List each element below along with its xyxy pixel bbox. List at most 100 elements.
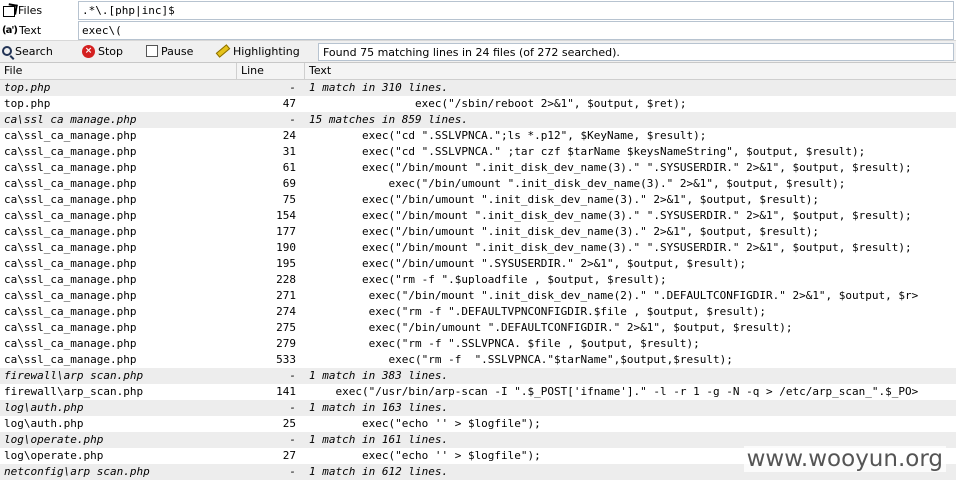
result-file-cell: ca\ssl_ca_manage.php bbox=[4, 353, 137, 366]
file-group-row[interactable]: firewall\arp scan.php -1 match in 383 lin… bbox=[0, 368, 956, 384]
checkbox-icon bbox=[146, 45, 158, 57]
result-text-cell: exec("/bin/umount ".init_disk_dev_name(3… bbox=[309, 193, 819, 206]
result-line-cell: - bbox=[289, 401, 296, 414]
stop-button-label: Stop bbox=[98, 44, 124, 58]
column-header-file[interactable]: File bbox=[0, 63, 236, 79]
match-row[interactable]: ca\ssl_ca_manage.php 190 exec("/bin/mount… bbox=[0, 240, 956, 256]
result-text-cell: exec("rm -f ".SSLVPNCA. $file , $output,… bbox=[309, 337, 700, 350]
match-row[interactable]: ca\ssl_ca_manage.php 69 exec("/bin/umount… bbox=[0, 176, 956, 192]
match-row[interactable]: ca\ssl_ca_manage.php 275 exec("/bin/umoun… bbox=[0, 320, 956, 336]
search-status: Found 75 matching lines in 24 files (of … bbox=[318, 43, 954, 61]
result-file-cell: ca\ssl_ca_manage.php bbox=[4, 161, 137, 174]
match-row[interactable]: ca\ssl_ca_manage.php 274 exec("rm -f ".DE… bbox=[0, 304, 956, 320]
file-group-row[interactable]: top.php -1 match in 310 lines. bbox=[0, 80, 956, 96]
results-list[interactable]: File Line Text top.php -1 match in 310 li… bbox=[0, 63, 956, 486]
highlighting-label: Highlighting bbox=[233, 44, 300, 58]
result-line-cell: 141 bbox=[276, 385, 296, 398]
match-row[interactable]: ca\ssl_ca_manage.php 533 exec("rm -f ".SS… bbox=[0, 352, 956, 368]
result-file-cell: ca\ssl_ca_manage.php bbox=[4, 337, 137, 350]
match-row[interactable]: ca\ssl_ca_manage.php 228 exec("rm -f ".$u… bbox=[0, 272, 956, 288]
highlighter-icon bbox=[215, 44, 231, 58]
result-file-cell: netconfig\arp scan.php bbox=[4, 465, 150, 478]
result-line-cell: 69 bbox=[282, 177, 296, 190]
result-line-cell: 61 bbox=[282, 161, 296, 174]
match-row[interactable]: log\auth.php 25 exec("echo '' > $logfile"… bbox=[0, 416, 956, 432]
pause-checkbox[interactable]: Pause bbox=[146, 43, 193, 59]
result-line-cell: 275 bbox=[276, 321, 296, 334]
match-row[interactable]: ca\ssl_ca_manage.php 177 exec("/bin/umoun… bbox=[0, 224, 956, 240]
match-row[interactable]: firewall\arp_scan.php 141 exec("/usr/bin/… bbox=[0, 384, 956, 400]
result-text-cell: exec("/usr/bin/arp-scan -I ".$_POST['ifn… bbox=[309, 385, 919, 398]
text-label: Text bbox=[18, 23, 42, 37]
toolbar: Search × Stop Pause Highlighting Found 7… bbox=[0, 41, 956, 63]
result-file-cell: log\operate.php bbox=[4, 433, 104, 446]
result-line-cell: 75 bbox=[282, 193, 296, 206]
result-text-cell: exec("rm -f ".$uploadfile , $output, $re… bbox=[309, 273, 667, 286]
result-text-cell: 1 match in 383 lines. bbox=[309, 369, 449, 382]
result-line-cell: 154 bbox=[276, 209, 296, 222]
result-file-cell: ca\ssl_ca_manage.php bbox=[4, 177, 137, 190]
result-line-cell: 195 bbox=[276, 257, 296, 270]
result-line-cell: 228 bbox=[276, 273, 296, 286]
match-row[interactable]: ca\ssl_ca_manage.php 31 exec("cd ".SSLVPN… bbox=[0, 144, 956, 160]
result-text-cell: exec("/sbin/reboot 2>&1", $output, $ret)… bbox=[309, 97, 687, 110]
result-file-cell: ca\ssl_ca_manage.php bbox=[4, 225, 137, 238]
result-file-cell: ca\ssl_ca_manage.php bbox=[4, 321, 137, 334]
result-line-cell: 279 bbox=[276, 337, 296, 350]
result-text-cell: exec("rm -f ".SSLVPNCA."$tarName",$outpu… bbox=[309, 353, 733, 366]
result-file-cell: ca\ssl_ca_manage.php bbox=[4, 129, 137, 142]
match-row[interactable]: ca\ssl_ca_manage.php 271 exec("/bin/mount… bbox=[0, 288, 956, 304]
column-header-line[interactable]: Line bbox=[236, 63, 304, 79]
result-text-cell: exec("/bin/mount ".init_disk_dev_name(2)… bbox=[309, 289, 919, 302]
regex-text-icon: (a') bbox=[2, 24, 18, 36]
result-file-cell: log\auth.php bbox=[4, 401, 84, 414]
result-text-cell: 15 matches in 859 lines. bbox=[309, 113, 468, 126]
result-text-cell: exec("rm -f ".DEFAULTVPNCONFIGDIR.$file … bbox=[309, 305, 766, 318]
result-text-cell: exec("/bin/umount ".DEFAULTCONFIGDIR." 2… bbox=[309, 321, 793, 334]
files-filter-row: Files .*\.[php|inc]$ bbox=[0, 0, 956, 21]
result-line-cell: - bbox=[289, 433, 296, 446]
result-line-cell: 274 bbox=[276, 305, 296, 318]
result-line-cell: 31 bbox=[282, 145, 296, 158]
files-label-area: Files bbox=[0, 0, 78, 20]
result-text-cell: exec("/bin/mount ".init_disk_dev_name(3)… bbox=[309, 161, 912, 174]
result-line-cell: 25 bbox=[282, 417, 296, 430]
column-header-text[interactable]: Text bbox=[304, 63, 956, 79]
files-pattern-input[interactable]: .*\.[php|inc]$ bbox=[78, 1, 954, 20]
match-row[interactable]: ca\ssl_ca_manage.php 75 exec("/bin/umount… bbox=[0, 192, 956, 208]
match-row[interactable]: ca\ssl_ca_manage.php 24 exec("cd ".SSLVPN… bbox=[0, 128, 956, 144]
match-row[interactable]: top.php 47 exec("/sbin/reboot 2>&1", $out… bbox=[0, 96, 956, 112]
match-row[interactable]: ca\ssl_ca_manage.php 279 exec("rm -f ".SS… bbox=[0, 336, 956, 352]
match-row[interactable]: ca\ssl_ca_manage.php 61 exec("/bin/mount … bbox=[0, 160, 956, 176]
files-label: Files bbox=[18, 3, 43, 17]
file-group-row[interactable]: ca\ssl ca manage.php -15 matches in 859 l… bbox=[0, 112, 956, 128]
result-file-cell: ca\ssl_ca_manage.php bbox=[4, 273, 137, 286]
file-group-row[interactable]: log\auth.php -1 match in 163 lines. bbox=[0, 400, 956, 416]
files-icon bbox=[2, 4, 16, 17]
results-header: File Line Text bbox=[0, 63, 956, 80]
result-file-cell: log\auth.php bbox=[4, 417, 84, 430]
result-file-cell: ca\ssl_ca_manage.php bbox=[4, 257, 137, 270]
stop-button[interactable]: × Stop bbox=[82, 43, 123, 59]
result-file-cell: ca\ssl_ca_manage.php bbox=[4, 241, 137, 254]
result-line-cell: 24 bbox=[282, 129, 296, 142]
highlighting-button[interactable]: Highlighting bbox=[215, 43, 300, 59]
search-button-label: Search bbox=[15, 44, 53, 58]
result-line-cell: 47 bbox=[282, 97, 296, 110]
result-line-cell: - bbox=[289, 369, 296, 382]
result-line-cell: 177 bbox=[276, 225, 296, 238]
result-line-cell: - bbox=[289, 465, 296, 478]
result-text-cell: exec("cd ".SSLVPNCA." ;tar czf $tarName … bbox=[309, 145, 866, 158]
result-file-cell: top.php bbox=[4, 97, 51, 110]
match-row[interactable]: ca\ssl_ca_manage.php 154 exec("/bin/mount… bbox=[0, 208, 956, 224]
search-button[interactable]: Search bbox=[2, 43, 53, 59]
text-pattern-input[interactable]: exec\( bbox=[78, 21, 954, 40]
result-file-cell: ca\ssl ca manage.php bbox=[4, 113, 137, 126]
result-text-cell: 1 match in 310 lines. bbox=[309, 81, 449, 94]
result-file-cell: ca\ssl_ca_manage.php bbox=[4, 145, 137, 158]
result-file-cell: firewall\arp_scan.php bbox=[4, 385, 144, 398]
result-line-cell: 190 bbox=[276, 241, 296, 254]
result-file-cell: top.php bbox=[4, 81, 51, 94]
match-row[interactable]: ca\ssl_ca_manage.php 195 exec("/bin/umoun… bbox=[0, 256, 956, 272]
pause-label: Pause bbox=[161, 44, 194, 58]
